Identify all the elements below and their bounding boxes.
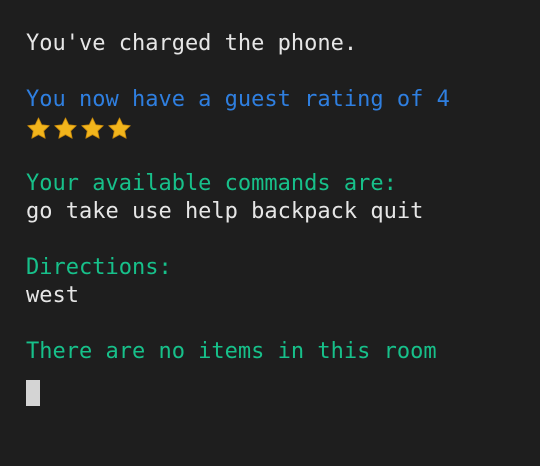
terminal-window[interactable]: You've charged the phone. You now have a…: [0, 0, 540, 466]
guest-rating-text: You now have a guest rating of 4: [26, 87, 450, 112]
rating-stars: [26, 114, 540, 142]
commands-heading: Your available commands are:: [26, 171, 397, 196]
star-icon: [54, 116, 77, 139]
directions-heading: Directions:: [26, 255, 172, 280]
status-message: You've charged the phone.: [26, 31, 358, 56]
input-cursor[interactable]: [26, 380, 40, 406]
commands-list: go take use help backpack quit: [26, 199, 424, 224]
star-icon: [108, 116, 131, 139]
star-icon: [27, 116, 50, 139]
star-icon: [81, 116, 104, 139]
directions-list: west: [26, 283, 79, 308]
items-text: There are no items in this room: [26, 339, 437, 364]
